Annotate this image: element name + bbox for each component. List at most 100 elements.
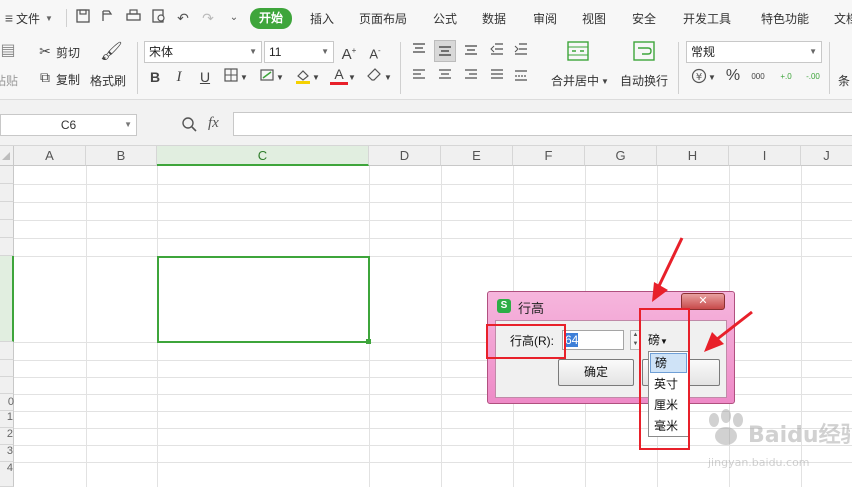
decrease-decimal-icon[interactable]: -.00 [802, 68, 824, 86]
font-size-select[interactable]: 11 ▼ [264, 41, 334, 63]
paste-label[interactable]: 粘贴 [0, 72, 18, 89]
print-icon[interactable] [124, 9, 142, 27]
wrap-text-icon[interactable] [632, 41, 656, 65]
row-header[interactable]: 3 [0, 445, 14, 462]
ok-button[interactable]: 确定 [558, 359, 634, 386]
bold-icon[interactable]: B [146, 68, 164, 86]
formula-input[interactable] [233, 112, 852, 136]
align-top-icon[interactable] [410, 42, 428, 60]
column-header-j[interactable]: J [801, 146, 852, 166]
format-painter-button[interactable]: 格式刷 [90, 72, 126, 89]
chevron-down-icon[interactable]: ▼ [276, 69, 284, 87]
row-header[interactable] [0, 220, 14, 238]
name-box[interactable]: C6 ▼ [0, 114, 137, 136]
indent-increase-icon[interactable] [512, 42, 530, 60]
justify-icon[interactable] [488, 68, 506, 86]
chevron-down-icon[interactable]: ▼ [348, 69, 356, 87]
row-header[interactable] [0, 360, 14, 377]
copy-icon[interactable]: ⧉ [36, 68, 54, 86]
redo-icon[interactable]: ↷ [199, 9, 217, 27]
undo-icon[interactable]: ↶ [174, 9, 192, 27]
file-dropdown-icon[interactable]: ▼ [45, 9, 53, 29]
tab-home[interactable]: 开始 [250, 8, 293, 29]
merge-center-button[interactable]: 合并居中 [551, 72, 599, 89]
chevron-down-icon[interactable]: ▼ [240, 69, 248, 87]
tab-data[interactable]: 数据 [482, 9, 506, 29]
selected-cell-c6[interactable] [157, 256, 370, 343]
column-header-h[interactable]: H [657, 146, 729, 166]
font-color-icon[interactable]: A [330, 67, 348, 85]
tab-review[interactable]: 审阅 [533, 9, 557, 29]
export-pdf-icon[interactable] [150, 9, 168, 27]
column-header-a[interactable]: A [14, 146, 86, 166]
column-header-e[interactable]: E [441, 146, 513, 166]
column-header-f[interactable]: F [513, 146, 585, 166]
indent-decrease-icon[interactable] [488, 42, 506, 60]
row-header[interactable] [0, 238, 14, 256]
align-bottom-icon[interactable] [462, 42, 480, 60]
row-height-input[interactable]: 64 [562, 330, 624, 350]
menu-file[interactable]: 文件 [16, 9, 40, 29]
row-header[interactable] [0, 377, 14, 394]
customize-quick-access-icon[interactable]: ⌄ [225, 9, 243, 27]
clear-format-icon[interactable] [366, 68, 384, 86]
row-header[interactable]: 1 [0, 411, 14, 428]
row-header[interactable] [0, 342, 14, 360]
row-header-selected[interactable] [0, 256, 14, 342]
align-center-icon[interactable] [436, 68, 454, 86]
zoom-search-icon[interactable] [181, 116, 197, 135]
column-header-b[interactable]: B [86, 146, 157, 166]
row-header[interactable] [0, 184, 14, 202]
save-icon[interactable] [74, 9, 92, 27]
tab-document[interactable]: 文档 [834, 9, 852, 29]
cell-style-icon[interactable] [258, 68, 276, 86]
tab-insert[interactable]: 插入 [310, 9, 334, 29]
column-header-i[interactable]: I [729, 146, 801, 166]
fill-handle[interactable] [366, 339, 371, 344]
chevron-down-icon[interactable]: ▼ [601, 73, 609, 91]
borders-icon[interactable] [222, 68, 240, 86]
column-header-c[interactable]: C [157, 146, 369, 166]
column-header-g[interactable]: G [585, 146, 657, 166]
tab-security[interactable]: 安全 [632, 9, 656, 29]
number-format-select[interactable]: 常规 ▼ [686, 41, 822, 63]
select-all-corner[interactable] [0, 146, 14, 166]
underline-icon[interactable]: U [196, 68, 214, 86]
tab-special-features[interactable]: 特色功能 [761, 9, 809, 29]
align-right-icon[interactable] [462, 68, 480, 86]
tab-page-layout[interactable]: 页面布局 [359, 9, 407, 29]
cut-button[interactable]: 剪切 [56, 44, 80, 61]
align-left-icon[interactable] [410, 68, 428, 86]
chevron-down-icon[interactable]: ▼ [708, 69, 716, 87]
wrap-text-button[interactable]: 自动换行 [620, 72, 668, 89]
copy-button[interactable]: 复制 [56, 71, 80, 88]
merge-center-icon[interactable] [566, 41, 590, 65]
font-name-select[interactable]: 宋体 ▼ [144, 41, 262, 63]
tab-view[interactable]: 视图 [582, 9, 606, 29]
currency-icon[interactable]: ¥ [690, 68, 708, 86]
row-header[interactable]: 2 [0, 428, 14, 445]
insert-function-icon[interactable]: fx [208, 115, 219, 132]
paste-icon[interactable]: ▤ [0, 42, 16, 60]
thousands-separator-icon[interactable]: 000 [748, 68, 768, 86]
font-grow-icon[interactable]: A+ [340, 42, 358, 63]
row-header[interactable] [0, 166, 14, 184]
distributed-icon[interactable] [512, 68, 530, 86]
format-painter-icon[interactable]: 🖌 [100, 42, 123, 60]
italic-icon[interactable]: I [170, 68, 188, 86]
chevron-down-icon[interactable]: ▼ [384, 69, 392, 87]
scissors-icon[interactable]: ✂ [36, 42, 54, 60]
font-shrink-icon[interactable]: A- [366, 42, 384, 61]
tab-formulas[interactable]: 公式 [433, 9, 457, 29]
print-preview-icon[interactable] [98, 9, 116, 27]
fill-color-icon[interactable] [294, 68, 312, 86]
tab-developer[interactable]: 开发工具 [683, 9, 731, 29]
row-header[interactable]: 4 [0, 462, 14, 487]
chevron-down-icon[interactable]: ▼ [312, 69, 320, 87]
column-header-d[interactable]: D [369, 146, 441, 166]
row-header[interactable] [0, 202, 14, 220]
align-middle-icon[interactable] [434, 40, 456, 62]
increase-decimal-icon[interactable]: +.0 [776, 68, 796, 86]
percent-icon[interactable]: % [724, 67, 742, 85]
conditional-format-button[interactable]: 条 [838, 72, 850, 89]
